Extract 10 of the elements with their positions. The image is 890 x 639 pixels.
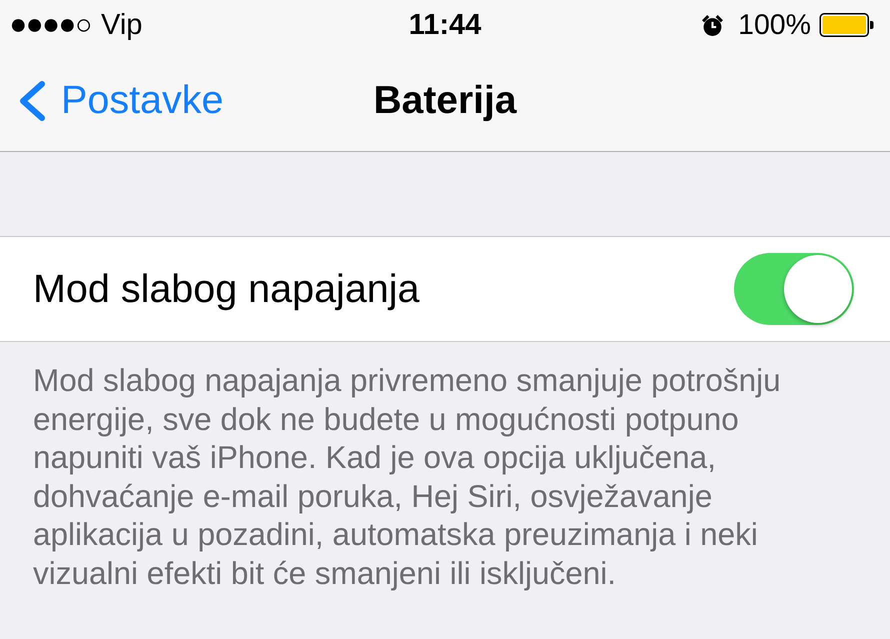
alarm-clock-icon bbox=[701, 14, 724, 36]
battery-icon bbox=[819, 13, 874, 37]
carrier-name: Vip bbox=[101, 8, 142, 42]
clock-time: 11:44 bbox=[408, 8, 482, 42]
footer-description: Mod slabog napajanja privremeno smanjuje potrošnju energije, sve dok ne budete u mogućnosti potpuno napuniti vaš iPhone. Kad je ova opcija uključena, dohvaćanje e-mail poruka, Hej Siri, osvježavanje aplikacija u pozadini, automatska preuzimanja i neki vizualni efekti bit će smanjeni ili isključeni. bbox=[32, 361, 782, 593]
signal-strength-icon bbox=[11, 18, 91, 32]
setting-label: Mod slabog napajanja bbox=[33, 266, 420, 312]
battery-percentage: 100% bbox=[738, 8, 811, 42]
back-button[interactable]: Postavke bbox=[15, 78, 224, 123]
page-title: Baterija bbox=[373, 78, 517, 122]
